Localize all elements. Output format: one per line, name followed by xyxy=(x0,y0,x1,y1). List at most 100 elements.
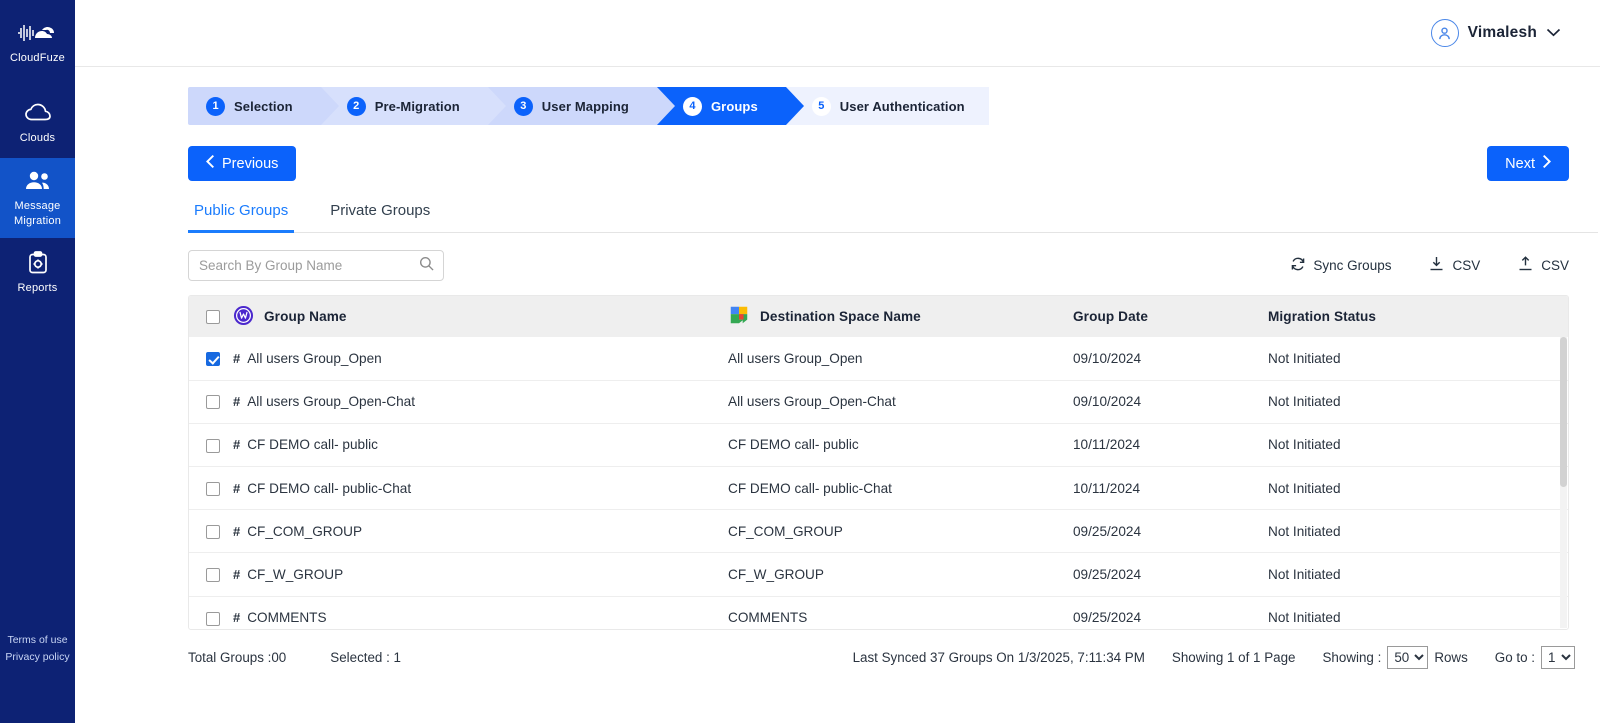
group-name-cell: CF DEMO call- public xyxy=(247,437,378,452)
table-row[interactable]: #All users Group_Open-Chat All users Gro… xyxy=(189,380,1568,423)
destination-cell: All users Group_Open-Chat xyxy=(728,380,1073,423)
migration-status-cell: Not Initiated xyxy=(1268,553,1568,596)
sidebar-item-reports[interactable]: Reports xyxy=(0,240,75,306)
group-date-cell: 09/25/2024 xyxy=(1073,596,1268,630)
migration-status-cell: Not Initiated xyxy=(1268,423,1568,466)
step-user-authentication[interactable]: 5 User Authentication xyxy=(786,87,989,125)
group-name-cell: CF_W_GROUP xyxy=(247,567,343,582)
tab-label: Private Groups xyxy=(330,202,430,219)
groups-table-head: Group Name xyxy=(189,296,1568,337)
rows-showing-label: Showing : xyxy=(1323,650,1382,665)
upload-csv-button[interactable]: CSV xyxy=(1517,256,1569,275)
group-date-cell: 10/11/2024 xyxy=(1073,467,1268,510)
group-date-cell: 09/25/2024 xyxy=(1073,553,1268,596)
hash-icon: # xyxy=(233,351,240,366)
sidebar-item-label: Reports xyxy=(18,281,58,296)
table-row[interactable]: #COMMENTS COMMENTS 09/25/2024 Not Initia… xyxy=(189,596,1568,630)
sidebar-brand-label: CloudFuze xyxy=(10,51,65,66)
destination-header-label: Destination Space Name xyxy=(760,309,921,324)
tab-label: Public Groups xyxy=(194,202,288,219)
step-number: 4 xyxy=(683,97,702,116)
migration-status-cell: Not Initiated xyxy=(1268,596,1568,630)
previous-button[interactable]: Previous xyxy=(188,146,296,181)
user-menu[interactable]: Vimalesh xyxy=(1431,19,1561,47)
search-box[interactable] xyxy=(188,250,444,281)
migration-status-cell: Not Initiated xyxy=(1268,337,1568,380)
sidebar: CloudFuze Clouds Message Migration xyxy=(0,0,75,723)
row-checkbox[interactable] xyxy=(206,612,220,626)
search-input[interactable] xyxy=(199,258,419,273)
hash-icon: # xyxy=(233,524,240,539)
search-icon[interactable] xyxy=(419,256,434,276)
webex-icon xyxy=(233,305,254,329)
row-checkbox[interactable] xyxy=(206,395,220,409)
migration-status-cell: Not Initiated xyxy=(1268,467,1568,510)
group-name-cell: CF_COM_GROUP xyxy=(247,524,362,539)
tab-private-groups[interactable]: Private Groups xyxy=(324,202,436,233)
chevron-down-icon[interactable] xyxy=(1546,24,1561,42)
rows-label: Rows xyxy=(1434,650,1467,665)
destination-cell: COMMENTS xyxy=(728,596,1073,630)
navigation-row: Previous Next xyxy=(188,146,1569,181)
step-pre-migration[interactable]: 2 Pre-Migration xyxy=(321,87,488,125)
hash-icon: # xyxy=(233,481,240,496)
toolbar-actions: Sync Groups CSV CSV xyxy=(1290,256,1569,275)
goto-page-select[interactable]: 1 xyxy=(1541,646,1575,669)
hash-icon: # xyxy=(233,610,240,625)
destination-header: Destination Space Name xyxy=(728,296,1073,337)
sidebar-item-message-migration[interactable]: Message Migration xyxy=(0,158,75,239)
download-csv-label: CSV xyxy=(1452,258,1480,273)
group-date-header: Group Date xyxy=(1073,296,1268,337)
sidebar-brand[interactable]: CloudFuze xyxy=(0,10,75,76)
table-scrollbar[interactable] xyxy=(1560,337,1567,628)
selected-count-label: Selected : 1 xyxy=(330,650,401,665)
row-checkbox[interactable] xyxy=(206,352,220,366)
migration-status-cell: Not Initiated xyxy=(1268,510,1568,553)
step-number: 3 xyxy=(514,97,533,116)
next-button[interactable]: Next xyxy=(1487,146,1569,181)
step-user-mapping[interactable]: 3 User Mapping xyxy=(488,87,657,125)
rows-per-page-select[interactable]: 50 xyxy=(1387,646,1428,669)
row-checkbox[interactable] xyxy=(206,482,220,496)
group-date-cell: 09/10/2024 xyxy=(1073,337,1268,380)
step-label: User Authentication xyxy=(840,99,965,114)
user-name-label: Vimalesh xyxy=(1468,24,1537,42)
table-row[interactable]: # CF DEMO call- public CF DEMO call- publ… xyxy=(189,423,1568,466)
migration-status-cell: Not Initiated xyxy=(1268,380,1568,423)
table-row[interactable]: #CF_W_GROUP CF_W_GROUP 09/25/2024 Not In… xyxy=(189,553,1568,596)
sync-groups-button[interactable]: Sync Groups xyxy=(1290,256,1391,275)
goto-page-control: Go to : 1 xyxy=(1495,646,1575,669)
table-row[interactable]: #CF DEMO call- public-Chat CF DEMO call-… xyxy=(189,467,1568,510)
tab-public-groups[interactable]: Public Groups xyxy=(188,202,294,233)
table-toolbar: Sync Groups CSV CSV xyxy=(188,250,1569,281)
total-groups-label: Total Groups :00 xyxy=(188,650,286,665)
destination-cell: CF DEMO call- public xyxy=(728,423,1073,466)
row-checkbox[interactable] xyxy=(206,568,220,582)
group-date-cell: 10/11/2024 xyxy=(1073,423,1268,466)
table-row[interactable]: #All users Group_Open All users Group_Op… xyxy=(189,337,1568,380)
select-all-checkbox[interactable] xyxy=(206,310,220,324)
download-csv-button[interactable]: CSV xyxy=(1428,256,1480,275)
step-number: 2 xyxy=(347,97,366,116)
sync-groups-label: Sync Groups xyxy=(1313,258,1391,273)
hash-icon: # xyxy=(233,437,240,452)
main-content: Vimalesh 1 Selection 2 Pre-Migration 3 U… xyxy=(75,0,1600,723)
group-name-cell: All users Group_Open xyxy=(247,351,382,366)
terms-of-use-link[interactable]: Terms of use xyxy=(0,632,75,648)
last-synced-label: Last Synced 37 Groups On 1/3/2025, 7:11:… xyxy=(853,650,1145,665)
step-groups[interactable]: 4 Groups xyxy=(657,87,786,125)
destination-cell: CF DEMO call- public-Chat xyxy=(728,467,1073,510)
group-type-tabs: Public Groups Private Groups xyxy=(188,201,1598,233)
step-selection[interactable]: 1 Selection xyxy=(188,87,321,125)
topbar: Vimalesh xyxy=(75,0,1600,67)
row-checkbox[interactable] xyxy=(206,439,220,453)
sidebar-item-clouds[interactable]: Clouds xyxy=(0,90,75,156)
table-scrollbar-thumb[interactable] xyxy=(1560,337,1567,487)
table-row[interactable]: #CF_COM_GROUP CF_COM_GROUP 09/25/2024 No… xyxy=(189,510,1568,553)
download-icon xyxy=(1428,256,1445,275)
groups-table-body: # All users Group_Open All users Group_Op… xyxy=(189,337,1568,630)
row-checkbox[interactable] xyxy=(206,525,220,539)
users-icon xyxy=(23,168,53,194)
privacy-policy-link[interactable]: Privacy policy xyxy=(0,649,75,665)
cloud-icon xyxy=(24,100,52,126)
